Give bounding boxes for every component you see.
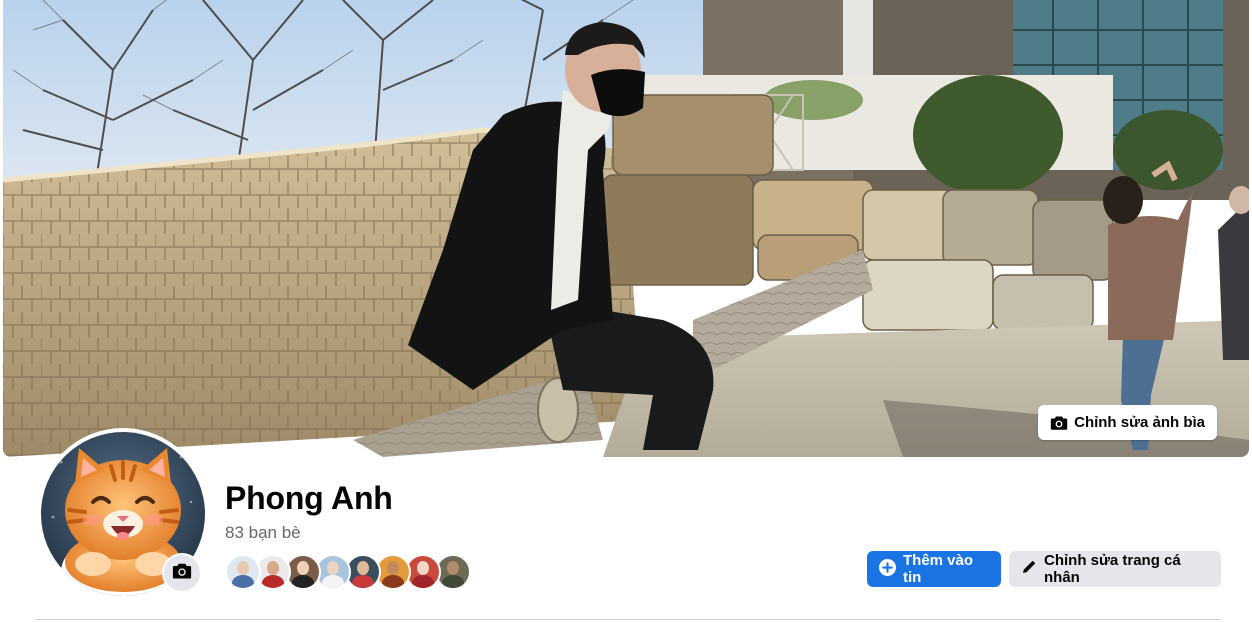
pencil-icon [1021,559,1037,579]
edit-cover-button[interactable]: Chỉnh sửa ảnh bìa [1038,405,1217,440]
friend-avatar[interactable] [225,554,261,590]
camera-icon [1050,415,1068,431]
header-divider [35,619,1221,620]
camera-icon [172,562,192,585]
cover-photo[interactable]: Chỉnh sửa ảnh bìa [3,0,1249,457]
friend-avatars [225,554,471,590]
add-to-story-button[interactable]: Thêm vào tin [867,551,1001,587]
add-to-story-label: Thêm vào tin [903,552,974,586]
friend-count[interactable]: 83 bạn bè [225,523,301,543]
edit-cover-label: Chỉnh sửa ảnh bìa [1074,414,1205,431]
edit-profile-label: Chỉnh sửa trang cá nhân [1044,552,1181,586]
profile-name: Phong Anh [225,480,393,516]
plus-circle-icon [879,558,896,580]
update-profile-picture-button[interactable] [164,555,200,591]
edit-profile-button[interactable]: Chỉnh sửa trang cá nhân [1009,551,1221,587]
profile-header: Chỉnh sửa ảnh bìa Phong Anh 83 bạn bè Th… [0,0,1252,623]
